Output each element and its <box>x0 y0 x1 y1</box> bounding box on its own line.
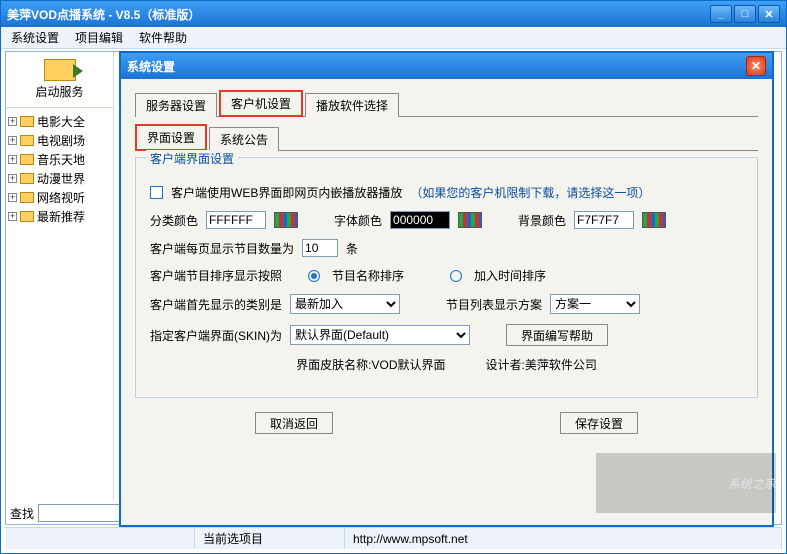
start-service-label: 启动服务 <box>35 83 83 100</box>
category-tree: +电影大全 +电视剧场 +音乐天地 +动漫世界 +网络视听 +最新推荐 <box>6 108 113 230</box>
category-color-input[interactable] <box>206 211 266 229</box>
tree-item[interactable]: +最新推荐 <box>8 207 111 226</box>
tab-system-notice[interactable]: 系统公告 <box>209 127 279 151</box>
tree-item[interactable]: +网络视听 <box>8 188 111 207</box>
category-color-label: 分类颜色 <box>150 212 198 229</box>
tree-item[interactable]: +电视剧场 <box>8 131 111 150</box>
skin-name-text: 界面皮肤名称:VOD默认界面 <box>296 356 445 373</box>
dialog-title: 系统设置 <box>127 58 746 75</box>
save-button[interactable]: 保存设置 <box>560 412 638 434</box>
dialog-titlebar: 系统设置 ✕ <box>121 53 772 79</box>
sort-by-time-label: 加入时间排序 <box>474 267 546 284</box>
expand-icon[interactable]: + <box>8 155 17 164</box>
cancel-button[interactable]: 取消返回 <box>255 412 333 434</box>
perpage-unit: 条 <box>346 240 358 257</box>
tab-ui-settings[interactable]: 界面设置 <box>135 124 207 151</box>
menubar: 系统设置 项目编辑 软件帮助 <box>1 27 786 49</box>
window-title: 美萍VOD点播系统 - V8.5（标准版） <box>7 6 710 23</box>
tree-item[interactable]: +动漫世界 <box>8 169 111 188</box>
tab-client-settings[interactable]: 客户机设置 <box>219 90 303 117</box>
search-label: 查找 <box>10 505 34 522</box>
tab-row-2: 界面设置 系统公告 <box>135 123 758 151</box>
folder-icon <box>20 192 34 203</box>
start-service-button[interactable]: 启动服务 <box>6 52 113 108</box>
tab-player-select[interactable]: 播放软件选择 <box>305 93 399 117</box>
camera-icon <box>44 59 76 81</box>
main-titlebar: 美萍VOD点播系统 - V8.5（标准版） _ □ ✕ <box>1 1 786 27</box>
expand-icon[interactable]: + <box>8 117 17 126</box>
client-ui-group: 客户端界面设置 客户端使用WEB界面即网页内嵌播放器播放 （如果您的客户机限制下… <box>135 157 758 398</box>
sort-by-time-radio[interactable] <box>450 270 462 282</box>
folder-icon <box>20 116 34 127</box>
dialog-close-button[interactable]: ✕ <box>746 56 766 76</box>
menu-help[interactable]: 软件帮助 <box>133 27 193 48</box>
perpage-input[interactable] <box>302 239 338 257</box>
first-category-select[interactable]: 最新加入 <box>290 294 400 314</box>
category-color-picker[interactable] <box>274 212 298 228</box>
tree-item[interactable]: +电影大全 <box>8 112 111 131</box>
group-legend: 客户端界面设置 <box>146 150 238 167</box>
first-category-label: 客户端首先显示的类别是 <box>150 296 282 313</box>
skin-select[interactable]: 默认界面(Default) <box>290 325 470 345</box>
status-url: http://www.mpsoft.net <box>345 528 782 549</box>
designer-text: 设计者:美萍软件公司 <box>486 356 597 373</box>
maximize-button[interactable]: □ <box>734 5 756 23</box>
perpage-label: 客户端每页显示节目数量为 <box>150 240 294 257</box>
sort-label: 客户端节目排序显示按照 <box>150 267 282 284</box>
minimize-button[interactable]: _ <box>710 5 732 23</box>
settings-dialog: 系统设置 ✕ 服务器设置 客户机设置 播放软件选择 界面设置 系统公告 客户端界… <box>119 51 774 527</box>
font-color-picker[interactable] <box>458 212 482 228</box>
status-cell <box>5 528 195 549</box>
skin-label: 指定客户端界面(SKIN)为 <box>150 327 282 344</box>
sort-by-name-label: 节目名称排序 <box>332 267 404 284</box>
status-current-item: 当前选项目 <box>195 528 345 549</box>
menu-project[interactable]: 项目编辑 <box>69 27 129 48</box>
sidebar: 启动服务 +电影大全 +电视剧场 +音乐天地 +动漫世界 +网络视听 +最新推荐 <box>6 52 114 500</box>
expand-icon[interactable]: + <box>8 174 17 183</box>
folder-icon <box>20 211 34 222</box>
folder-icon <box>20 154 34 165</box>
expand-icon[interactable]: + <box>8 136 17 145</box>
list-scheme-label: 节目列表显示方案 <box>446 296 542 313</box>
font-color-input[interactable] <box>390 211 450 229</box>
expand-icon[interactable]: + <box>8 212 17 221</box>
tab-row-1: 服务器设置 客户机设置 播放软件选择 <box>135 89 758 117</box>
tab-server-settings[interactable]: 服务器设置 <box>135 93 217 117</box>
bg-color-input[interactable] <box>574 211 634 229</box>
tree-item[interactable]: +音乐天地 <box>8 150 111 169</box>
folder-icon <box>20 173 34 184</box>
bg-color-picker[interactable] <box>642 212 666 228</box>
web-ui-checkbox-label: 客户端使用WEB界面即网页内嵌播放器播放 <box>171 184 402 201</box>
close-button[interactable]: ✕ <box>758 5 780 23</box>
sort-by-name-radio[interactable] <box>308 270 320 282</box>
web-ui-checkbox[interactable] <box>150 186 163 199</box>
font-color-label: 字体颜色 <box>334 212 382 229</box>
bg-color-label: 背景颜色 <box>518 212 566 229</box>
skin-help-button[interactable]: 界面编写帮助 <box>506 324 608 346</box>
list-scheme-select[interactable]: 方案一 <box>550 294 640 314</box>
expand-icon[interactable]: + <box>8 193 17 202</box>
web-ui-hint: （如果您的客户机限制下载，请选择这一项） <box>410 184 650 201</box>
folder-icon <box>20 135 34 146</box>
menu-system[interactable]: 系统设置 <box>5 27 65 48</box>
statusbar: 当前选项目 http://www.mpsoft.net <box>5 527 782 549</box>
